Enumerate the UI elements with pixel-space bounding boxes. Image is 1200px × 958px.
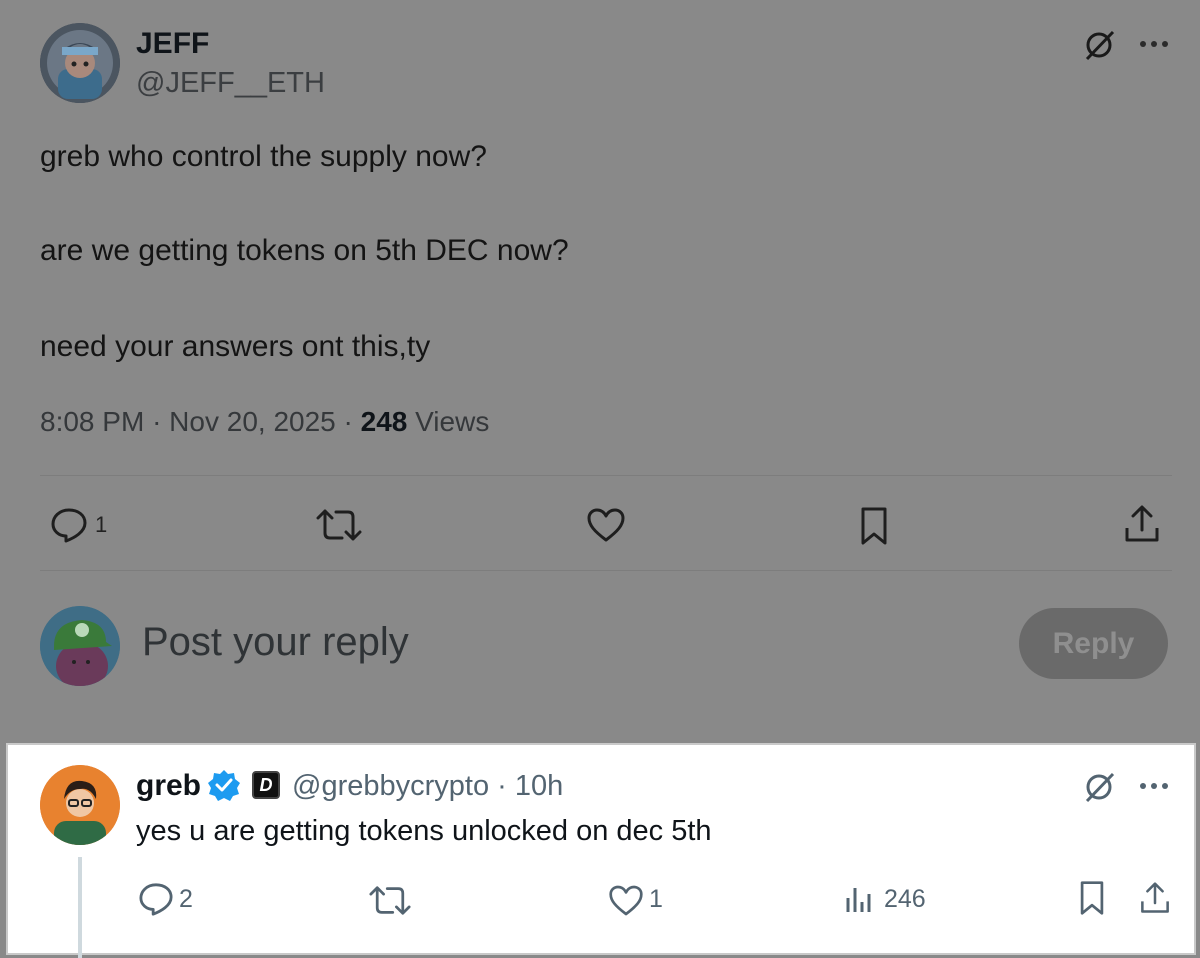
author-avatar[interactable] — [40, 23, 120, 103]
post-line-2: are we getting tokens on 5th DEC now? — [40, 234, 569, 267]
meta-separator: · — [343, 406, 361, 437]
reply-like-count: 1 — [649, 885, 663, 913]
divider-bottom — [40, 570, 1172, 571]
reply-grok-icon[interactable] — [1080, 768, 1118, 806]
post-line-3: need your answers ont this,ty — [40, 330, 431, 363]
reply-share-icon[interactable] — [1138, 879, 1172, 917]
post-time[interactable]: 8:08 PM — [40, 406, 144, 437]
post-meta: 8:08 PM · Nov 20, 2025 · 248 Views — [40, 406, 489, 438]
reply-author-avatar[interactable] — [40, 765, 120, 845]
like-icon[interactable] — [585, 506, 627, 544]
reply-repost-icon[interactable] — [368, 882, 412, 918]
reply-author-name[interactable]: greb — [136, 769, 201, 803]
reply-bookmark-icon[interactable] — [1076, 879, 1108, 917]
post-date[interactable]: Nov 20, 2025 — [169, 406, 336, 437]
reply-input[interactable]: Post your reply — [142, 620, 409, 665]
reply-reply-count: 2 — [179, 885, 193, 913]
verified-badge-icon — [207, 768, 241, 802]
reply-age[interactable]: 10h — [515, 770, 563, 802]
reply-reply-icon[interactable] — [136, 880, 176, 918]
reply-count: 1 — [95, 512, 108, 537]
author-handle[interactable]: @JEFF__ETH — [136, 67, 325, 100]
views-icon[interactable] — [842, 882, 876, 916]
reply-like-icon[interactable] — [606, 882, 646, 918]
author-name[interactable]: JEFF — [136, 27, 209, 61]
reply-views-count: 246 — [884, 885, 926, 913]
user-avatar[interactable] — [40, 606, 120, 686]
bookmark-icon[interactable] — [856, 505, 892, 547]
reply-author-handle[interactable]: @grebbycrypto · 10h — [292, 770, 563, 803]
share-icon[interactable] — [1122, 503, 1162, 545]
repost-icon[interactable] — [315, 506, 363, 544]
more-icon[interactable] — [1138, 30, 1170, 58]
reply-icon[interactable] — [48, 505, 90, 545]
grok-icon[interactable] — [1080, 26, 1118, 64]
thread-line — [78, 857, 82, 958]
affiliate-badge-icon[interactable]: D — [252, 771, 280, 799]
reply-more-icon[interactable] — [1138, 772, 1170, 800]
reply-handle-text[interactable]: @grebbycrypto — [292, 770, 489, 802]
views-label: Views — [415, 406, 490, 437]
reply-button[interactable]: Reply — [1019, 608, 1168, 679]
post-line-1: greb who control the supply now? — [40, 140, 487, 173]
divider-top — [40, 475, 1172, 476]
reply-text: yes u are getting tokens unlocked on dec… — [136, 815, 712, 847]
meta-separator: · — [152, 406, 170, 437]
reply-separator: · — [497, 770, 515, 802]
views-count: 248 — [360, 406, 408, 437]
